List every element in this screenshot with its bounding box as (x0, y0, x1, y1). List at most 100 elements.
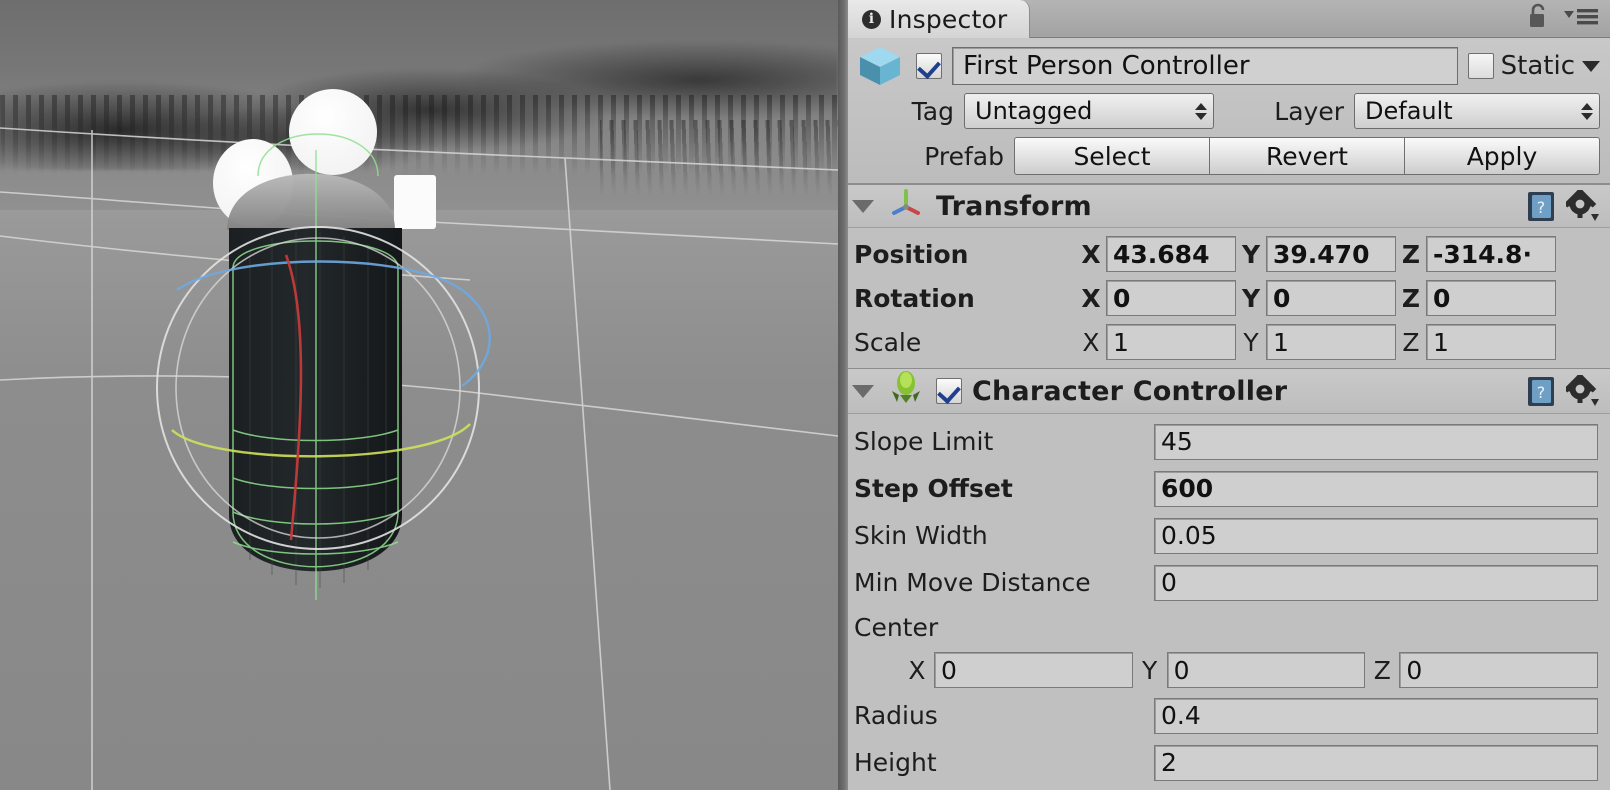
min-move-distance-row: Min Move Distance 0 (854, 559, 1598, 606)
foldout-triangle-icon[interactable] (852, 199, 874, 213)
scale-z-axis-label: Z (1402, 327, 1420, 357)
transform-body: Position X 43.684 Y 39.470 Z -314.8· Rot… (838, 228, 1610, 368)
slope-limit-row: Slope Limit 45 (854, 418, 1598, 465)
height-row: Height 2 (854, 739, 1598, 786)
help-book-icon[interactable]: ? (1526, 374, 1556, 408)
character-controller-body: Slope Limit 45 Step Offset 600 Skin Widt… (838, 414, 1610, 790)
prefab-label: Prefab (924, 141, 1004, 171)
prefab-select-button[interactable]: Select (1014, 137, 1210, 175)
prefab-apply-button[interactable]: Apply (1405, 137, 1600, 175)
step-offset-row: Step Offset 600 (854, 465, 1598, 512)
prefab-row: Prefab Select Revert Apply (854, 135, 1600, 177)
tab-inspector[interactable]: i Inspector (848, 0, 1031, 38)
gizmo-handle-a (289, 89, 377, 175)
transform-rotation-row: Rotation X 0 Y 0 Z 0 (854, 276, 1598, 320)
gameobject-header: First Person Controller Static Tag Untag… (838, 38, 1610, 184)
scale-y-input[interactable]: 1 (1266, 324, 1396, 360)
foldout-triangle-icon[interactable] (852, 384, 874, 398)
chevron-down-icon[interactable] (1582, 60, 1600, 72)
rotation-y-axis-label: Y (1241, 283, 1261, 313)
slope-limit-input[interactable]: 45 (1154, 423, 1598, 460)
rotation-z-input[interactable]: 0 (1426, 280, 1556, 316)
center-y-input[interactable]: 0 (1166, 652, 1366, 688)
height-input[interactable]: 2 (1154, 744, 1598, 781)
chevron-updown-icon (1581, 102, 1593, 120)
scene-view[interactable] (0, 0, 838, 790)
static-checkbox[interactable] (1467, 53, 1494, 79)
radius-label: Radius (854, 701, 938, 730)
transform-scale-label: Scale (854, 327, 922, 357)
scale-x-input[interactable]: 1 (1106, 324, 1236, 360)
character-controller-enabled-checkbox[interactable] (936, 378, 962, 404)
rotation-x-axis-label: X (1081, 283, 1101, 313)
padlock-open-icon[interactable] (1526, 2, 1550, 36)
skin-width-label: Skin Width (854, 521, 988, 550)
transform-title: Transform (936, 190, 1092, 222)
rotation-vector3: X 0 Y 0 Z 0 (1076, 280, 1598, 316)
character-controller-icon (886, 369, 926, 413)
radius-row: Radius 0.4 (854, 692, 1598, 739)
rotation-y-input[interactable]: 0 (1266, 280, 1396, 316)
chevron-updown-icon (1195, 102, 1207, 120)
static-label: Static (1500, 51, 1575, 81)
center-y-axis-label: Y (1142, 655, 1158, 685)
tab-inspector-label: Inspector (889, 4, 1008, 34)
step-offset-input[interactable]: 600 (1154, 470, 1598, 507)
position-z-input[interactable]: -314.8· (1426, 236, 1556, 272)
slope-limit-label: Slope Limit (854, 427, 994, 456)
skin-width-input[interactable]: 0.05 (1154, 517, 1598, 554)
tag-label: Tag (911, 96, 954, 126)
hamburger-menu-icon[interactable] (1562, 4, 1600, 34)
position-y-axis-label: Y (1241, 239, 1261, 269)
component-header-character-controller[interactable]: Character Controller ? (838, 368, 1610, 414)
radius-input[interactable]: 0.4 (1154, 697, 1598, 734)
gear-icon[interactable] (1563, 187, 1599, 222)
prefab-cube-icon (854, 43, 906, 89)
center-z-input[interactable]: 0 (1399, 652, 1599, 688)
svg-text:?: ? (1537, 383, 1546, 402)
scale-z-input[interactable]: 1 (1426, 324, 1556, 360)
inspector-tab-bar: i Inspector (838, 0, 1610, 38)
height-label: Height (854, 748, 937, 777)
rotation-x-input[interactable]: 0 (1106, 280, 1236, 316)
transform-position-label: Position (854, 239, 969, 269)
transform-axis-icon (886, 185, 926, 227)
unity-editor-window: i Inspector First Person Controller Stat… (0, 0, 1610, 790)
scene-gizmos-and-wireframe (0, 89, 838, 790)
center-label: Center (854, 612, 939, 642)
rotation-z-axis-label: Z (1401, 283, 1421, 313)
prefab-revert-button[interactable]: Revert (1210, 137, 1405, 175)
tag-dropdown[interactable]: Untagged (964, 93, 1214, 129)
position-x-axis-label: X (1081, 239, 1101, 269)
min-move-distance-label: Min Move Distance (854, 568, 1091, 597)
help-book-icon[interactable]: ? (1526, 189, 1556, 223)
gameobject-name-input[interactable]: First Person Controller (952, 47, 1458, 85)
transform-scale-row: Scale X 1 Y 1 Z 1 (854, 320, 1598, 364)
center-x-input[interactable]: 0 (934, 652, 1133, 688)
gizmo-handle-c (394, 175, 436, 229)
transform-position-row: Position X 43.684 Y 39.470 Z -314.8· (854, 232, 1598, 276)
layer-value: Default (1365, 97, 1453, 125)
position-y-input[interactable]: 39.470 (1266, 236, 1396, 272)
gameobject-active-checkbox[interactable] (916, 53, 942, 79)
center-x-axis-label: X (908, 655, 926, 685)
inspector-panel: i Inspector First Person Controller Stat… (838, 0, 1610, 790)
tag-layer-row: Tag Untagged Layer Default (854, 90, 1600, 132)
static-toggle[interactable]: Static (1467, 51, 1600, 81)
scale-y-axis-label: Y (1243, 327, 1259, 357)
tab-bar-actions (1526, 0, 1600, 38)
center-vector3: X 0 Y 0 Z 0 (854, 648, 1599, 692)
min-move-distance-input[interactable]: 0 (1154, 564, 1598, 601)
step-offset-label: Step Offset (854, 474, 1013, 503)
info-icon: i (862, 9, 881, 29)
position-z-axis-label: Z (1401, 239, 1421, 269)
character-controller-title: Character Controller (972, 375, 1288, 407)
gear-icon[interactable] (1563, 372, 1599, 407)
layer-dropdown[interactable]: Default (1354, 93, 1600, 129)
layer-label: Layer (1274, 96, 1344, 126)
skin-width-row: Skin Width 0.05 (854, 512, 1598, 559)
position-x-input[interactable]: 43.684 (1106, 236, 1236, 272)
position-vector3: X 43.684 Y 39.470 Z -314.8· (1076, 236, 1598, 272)
component-header-transform[interactable]: Transform ? (838, 184, 1610, 228)
svg-text:?: ? (1537, 198, 1546, 217)
